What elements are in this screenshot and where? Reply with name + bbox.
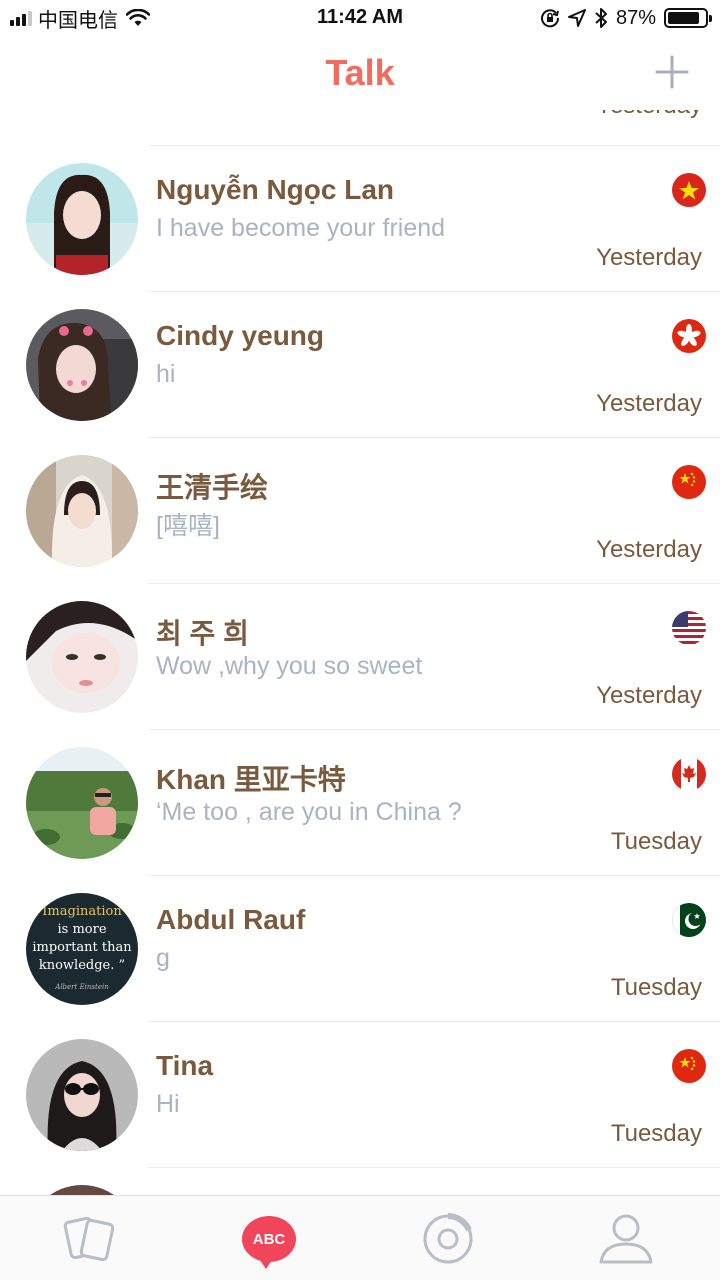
last-message: [嘻嘻] <box>156 512 220 540</box>
avatar: Imagination is more important than knowl… <box>26 893 138 1005</box>
location-icon <box>567 9 586 27</box>
nav-header: Talk <box>0 36 720 110</box>
status-bar: 中国电信 11:42 AM 87% <box>0 0 720 36</box>
contact-name: Abdul Rauf <box>156 904 306 935</box>
china-flag-icon <box>672 1049 706 1083</box>
pakistan-flag-icon <box>672 903 706 937</box>
contact-name: 최 주 희 <box>156 618 249 649</box>
orientation-lock-icon <box>540 9 559 28</box>
abc-chat-icon: ABC <box>242 1216 296 1269</box>
list-item[interactable]: 王清手绘 [嘻嘻] Yesterday <box>0 438 720 584</box>
avatar <box>26 601 138 713</box>
contact-name: Tina <box>156 1050 214 1081</box>
profile-icon <box>599 1214 653 1264</box>
avatar <box>26 1185 138 1195</box>
conversation-list: Yesterday Nguyễn Ngọc Lan I have become … <box>0 110 720 1195</box>
tab-discover[interactable] <box>420 1212 476 1266</box>
avatar-quote-author: Albert Einstein <box>54 983 109 991</box>
avatar-quote-line-4: knowledge. ” <box>39 958 125 973</box>
tab-bar: ABC <box>0 1195 720 1280</box>
conversation-time: Yesterday <box>596 390 702 417</box>
discover-ring-icon <box>423 1213 473 1264</box>
avatar <box>26 455 138 567</box>
last-message: ‘Me too , are you in China ? <box>156 798 462 826</box>
cards-icon <box>63 1216 115 1262</box>
conversation-time: Yesterday <box>596 244 702 271</box>
page-title: Talk <box>325 52 395 93</box>
contact-name: 王清手绘 <box>156 472 269 503</box>
vietnam-flag-icon <box>672 173 706 207</box>
conversation-time: Yesterday <box>596 536 702 563</box>
last-message: hi <box>156 360 176 388</box>
tab-profile[interactable] <box>598 1212 654 1266</box>
bluetooth-icon <box>595 8 607 28</box>
avatar <box>26 1039 138 1151</box>
canada-flag-icon <box>672 757 706 791</box>
avatar-quote-line-2: is more <box>57 922 106 937</box>
list-item[interactable]: 최 주 희 Wow ,why you so sweet Yesterday <box>0 584 720 730</box>
last-message: I have become your friend <box>156 214 446 242</box>
list-item-partial[interactable] <box>0 1168 720 1195</box>
list-item[interactable]: Nguyễn Ngọc Lan I have become your frien… <box>0 146 720 292</box>
list-item[interactable]: Cindy yeung hi Yesterday <box>0 292 720 438</box>
china-flag-icon <box>672 465 706 499</box>
avatar <box>26 747 138 859</box>
contact-name: Nguyễn Ngọc Lan <box>156 174 395 205</box>
contact-name: Khan 里亚卡特 <box>156 764 346 795</box>
tab-cards[interactable] <box>62 1212 118 1266</box>
conversation-time: Tuesday <box>610 1120 702 1147</box>
last-message: Hi <box>156 1090 180 1118</box>
last-message: g <box>156 944 170 972</box>
tab-chat[interactable]: ABC <box>241 1212 297 1269</box>
list-item[interactable]: Khan 里亚卡特 ‘Me too , are you in China ? T… <box>0 730 720 876</box>
status-right: 87% <box>540 6 712 30</box>
conversation-time: Tuesday <box>610 974 702 1001</box>
avatar <box>26 309 138 421</box>
list-item[interactable]: Imagination is more important than knowl… <box>0 876 720 1022</box>
list-item[interactable]: Tina Hi Tuesday <box>0 1022 720 1168</box>
avatar-quote-line-1: Imagination <box>42 904 122 919</box>
last-message: Wow ,why you so sweet <box>156 652 423 680</box>
conversation-time: Yesterday <box>596 682 702 709</box>
conversation-time: Yesterday <box>596 110 702 120</box>
hong-kong-flag-icon <box>672 319 706 353</box>
battery-fill <box>668 12 700 24</box>
list-item-partial[interactable]: Yesterday <box>0 110 720 146</box>
plus-icon[interactable] <box>654 54 690 90</box>
avatar-quote-line-3: important than <box>32 940 132 955</box>
avatar <box>26 163 138 275</box>
contact-name: Cindy yeung <box>156 320 325 351</box>
battery-icon <box>664 8 712 28</box>
usa-flag-icon <box>672 611 706 645</box>
conversation-time: Tuesday <box>610 828 702 855</box>
battery-percent: 87% <box>615 6 656 29</box>
